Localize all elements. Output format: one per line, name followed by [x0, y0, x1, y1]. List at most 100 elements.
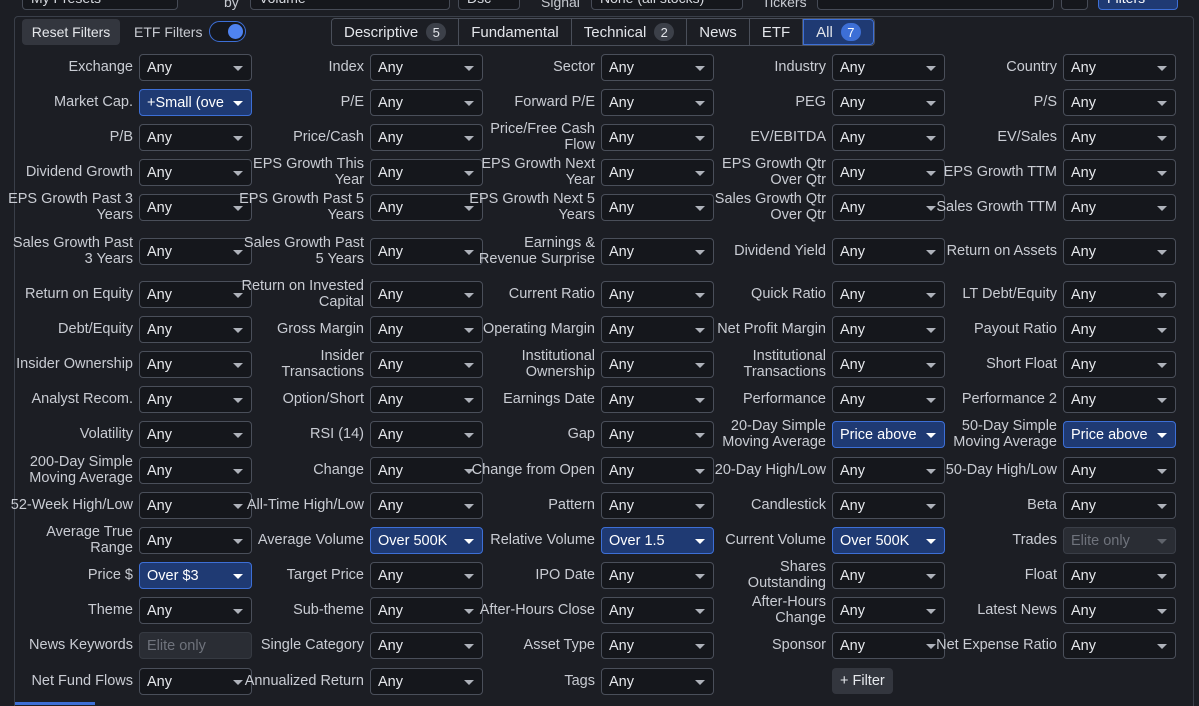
filter-value: Any: [840, 497, 865, 514]
filter-value: Over 500K: [378, 532, 448, 549]
filter-value: Any: [1071, 462, 1096, 479]
filter-select-float[interactable]: Any: [1063, 562, 1176, 589]
filter-label-country: Country: [1006, 59, 1057, 75]
chevron-down-icon: [1157, 363, 1167, 368]
tickers-go-button[interactable]: [1061, 0, 1088, 10]
tab-technical[interactable]: Technical 2: [571, 19, 688, 45]
chevron-down-icon: [1157, 609, 1167, 614]
presets-select[interactable]: My Presets: [22, 0, 178, 10]
filter-select-p-s[interactable]: Any: [1063, 89, 1176, 116]
filter-value: Any: [1071, 243, 1096, 260]
filter-value: Any: [840, 567, 865, 584]
filter-value: Any: [1071, 286, 1096, 303]
tab-etf[interactable]: ETF: [749, 19, 804, 45]
chevron-down-icon: [1157, 644, 1167, 649]
filter-label-p-b: P/B: [109, 129, 133, 145]
filter-select-net-expense-ratio[interactable]: Any: [1063, 632, 1176, 659]
filter-select-50-day-simple-moving-average[interactable]: Price above SMA50: [1063, 421, 1176, 448]
filter-value: Any: [378, 567, 403, 584]
filter-label-20-day-high-low: 20-Day High/Low: [714, 462, 826, 478]
tab-label: Fundamental: [471, 23, 559, 41]
filter-label-sales-growth-ttm: Sales Growth TTM: [936, 199, 1057, 215]
filter-select-ev-sales[interactable]: Any: [1063, 124, 1176, 151]
filter-value: Any: [840, 356, 865, 373]
filter-label-price: Price $: [87, 567, 133, 583]
filter-select-beta[interactable]: Any: [1063, 492, 1176, 519]
filter-value: Any: [840, 286, 865, 303]
filter-label-ev-sales: EV/Sales: [997, 129, 1057, 145]
filter-value: Any: [378, 673, 403, 690]
filter-value: Any: [147, 497, 172, 514]
etf-filters-toggle[interactable]: [209, 21, 246, 42]
filter-value: Any: [609, 673, 634, 690]
filter-value: Any: [147, 356, 172, 373]
tab-all[interactable]: All 7: [803, 19, 874, 45]
filter-value: Any: [378, 243, 403, 260]
filter-value: Any: [378, 637, 403, 654]
etf-filters-label: ETF Filters: [134, 24, 203, 40]
filter-label-asset-type: Asset Type: [523, 637, 595, 653]
filter-value: Any: [378, 94, 403, 111]
filter-value: Any: [609, 602, 634, 619]
filter-value: Any: [1071, 59, 1096, 76]
filter-label-analyst-recom: Analyst Recom.: [31, 391, 133, 407]
filter-value: Any: [840, 129, 865, 146]
chevron-down-icon: [1157, 293, 1167, 298]
filter-select-payout-ratio[interactable]: Any: [1063, 316, 1176, 343]
filter-value: Price above SMA50: [1071, 426, 1149, 443]
filters-toggle-button[interactable]: Filters: [1098, 0, 1178, 10]
chevron-down-icon: [1157, 136, 1167, 141]
filter-value: Any: [1071, 321, 1096, 338]
filter-select-short-float[interactable]: Any: [1063, 351, 1176, 378]
filter-select-tags[interactable]: Any: [601, 668, 714, 695]
filter-value: Any: [147, 532, 172, 549]
filter-value: Any: [840, 391, 865, 408]
filter-value: Any: [609, 426, 634, 443]
filter-select-performance-2[interactable]: Any: [1063, 386, 1176, 413]
filter-value: Any: [147, 462, 172, 479]
add-filter-button[interactable]: + Filter: [832, 668, 893, 694]
filter-value: Any: [840, 199, 865, 216]
tab-descriptive[interactable]: Descriptive 5: [332, 19, 460, 45]
filter-select-latest-news[interactable]: Any: [1063, 597, 1176, 624]
filter-value: Any: [147, 59, 172, 76]
filter-label-tags: Tags: [564, 673, 595, 689]
filter-label-eps-growth-ttm: EPS Growth TTM: [943, 164, 1057, 180]
filter-value: Any: [1071, 94, 1096, 111]
chevron-down-icon: [695, 680, 705, 685]
filter-value: Any: [609, 391, 634, 408]
chevron-down-icon: [1157, 171, 1167, 176]
filter-label-eps-growth-next-5-years: EPS Growth Next 5 Years: [469, 191, 595, 223]
filter-value: Any: [609, 637, 634, 654]
filter-label-dividend-yield: Dividend Yield: [734, 243, 826, 259]
reset-filters-button[interactable]: Reset Filters: [22, 19, 120, 45]
tab-news[interactable]: News: [687, 19, 750, 45]
filter-select-eps-growth-ttm[interactable]: Any: [1063, 159, 1176, 186]
tab-label: ETF: [761, 23, 791, 41]
filter-select-lt-debt-equity[interactable]: Any: [1063, 281, 1176, 308]
signal-select[interactable]: None (all stocks): [591, 0, 743, 10]
chevron-down-icon: [1157, 328, 1167, 333]
chevron-down-icon: [1157, 504, 1167, 509]
filter-label-sector: Sector: [553, 59, 595, 75]
tab-fundamental[interactable]: Fundamental: [459, 19, 572, 45]
filter-value: Over 500K: [840, 532, 910, 549]
filter-select-50-day-high-low[interactable]: Any: [1063, 457, 1176, 484]
filter-value: Any: [609, 567, 634, 584]
filter-value: Any: [609, 356, 634, 373]
order-by-select[interactable]: Volume: [250, 0, 450, 10]
filter-label-index: Index: [328, 59, 364, 75]
filter-value: Any: [378, 602, 403, 619]
filter-select-country[interactable]: Any: [1063, 54, 1176, 81]
screener-toolbar: My Presets by Volume Dsc Signal None (al…: [0, 0, 1199, 12]
order-by-label: by: [224, 0, 239, 10]
tickers-input[interactable]: [817, 0, 1054, 10]
filter-value: Any: [147, 391, 172, 408]
order-direction-select[interactable]: Dsc: [458, 0, 520, 10]
filter-select-return-on-assets[interactable]: Any: [1063, 238, 1176, 265]
filter-select-sales-growth-ttm[interactable]: Any: [1063, 194, 1176, 221]
filter-value: Any: [840, 164, 865, 181]
signal-label: Signal: [541, 0, 580, 10]
filter-label-sales-growth-qtr-over-qtr: Sales Growth Qtr Over Qtr: [714, 191, 826, 223]
chevron-down-icon: [1157, 66, 1167, 71]
